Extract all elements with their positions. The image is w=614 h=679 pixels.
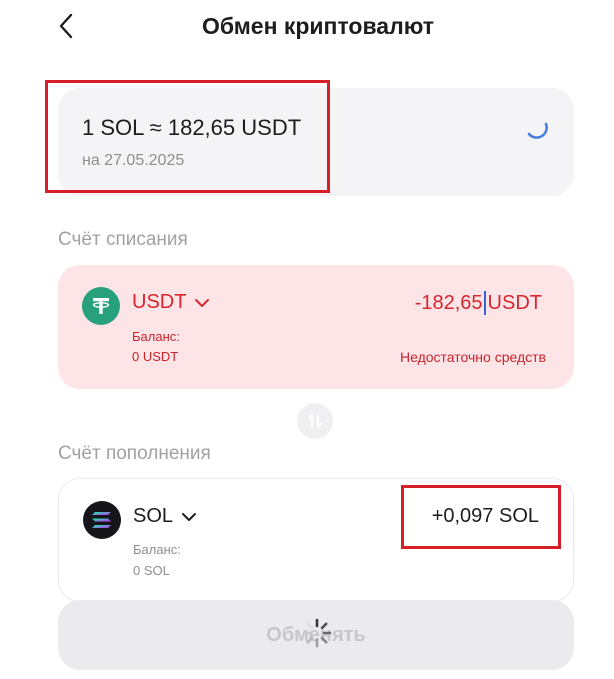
debit-balance-label: Баланс: (132, 329, 180, 344)
credit-amount-value: +0,097 SOL (431, 505, 539, 527)
exchange-rate-card: 1 SOL ≈ 182,65 USDT на 27.05.2025 (58, 88, 574, 196)
credit-currency-select[interactable]: SOL (133, 505, 197, 528)
debit-balance-value: 0 USDT (132, 349, 179, 364)
crypto-exchange-screen: Обмен криптовалют 1 SOL ≈ 182,65 USDT на… (0, 0, 614, 679)
credit-amount-field: +0,097 SOL (432, 505, 539, 528)
credit-account-card: SOL Баланс: 0 SOL +0,097 SOL (58, 478, 574, 602)
credit-currency-label: SOL (133, 505, 174, 527)
credit-section-label: Счёт пополнения (58, 443, 211, 464)
exchange-rate-value: 1 SOL ≈ 182,65 USDT (82, 115, 302, 140)
credit-balance-value: 0 SOL (133, 563, 170, 578)
spinner-icon (527, 122, 548, 139)
chevron-down-icon (182, 512, 197, 521)
chevron-down-icon (195, 298, 210, 307)
debit-account-card: USDT Баланс: 0 USDT -182,65 USDT Недоста… (58, 265, 574, 389)
page-title: Обмен криптовалют (201, 13, 435, 39)
debit-amount-currency: USDT (487, 291, 542, 314)
swap-currencies-button[interactable] (297, 403, 333, 439)
debit-currency-label: USDT (132, 291, 187, 313)
text-caret (483, 291, 486, 315)
spinner-icon (302, 618, 332, 648)
debit-amount-input[interactable]: -182,65 USDT (415, 291, 542, 315)
solana-icon (83, 501, 121, 539)
debit-section-label: Счёт списания (58, 229, 188, 250)
swap-arrows-icon (308, 414, 322, 428)
tether-icon (82, 287, 120, 325)
insufficient-funds-message: Недостаточно средств (400, 349, 546, 365)
credit-balance-label: Баланс: (133, 542, 181, 557)
exchange-rate-date: на 27.05.2025 (82, 152, 185, 169)
debit-currency-select[interactable]: USDT (132, 291, 210, 314)
debit-amount-value: -182,65 (414, 291, 483, 314)
